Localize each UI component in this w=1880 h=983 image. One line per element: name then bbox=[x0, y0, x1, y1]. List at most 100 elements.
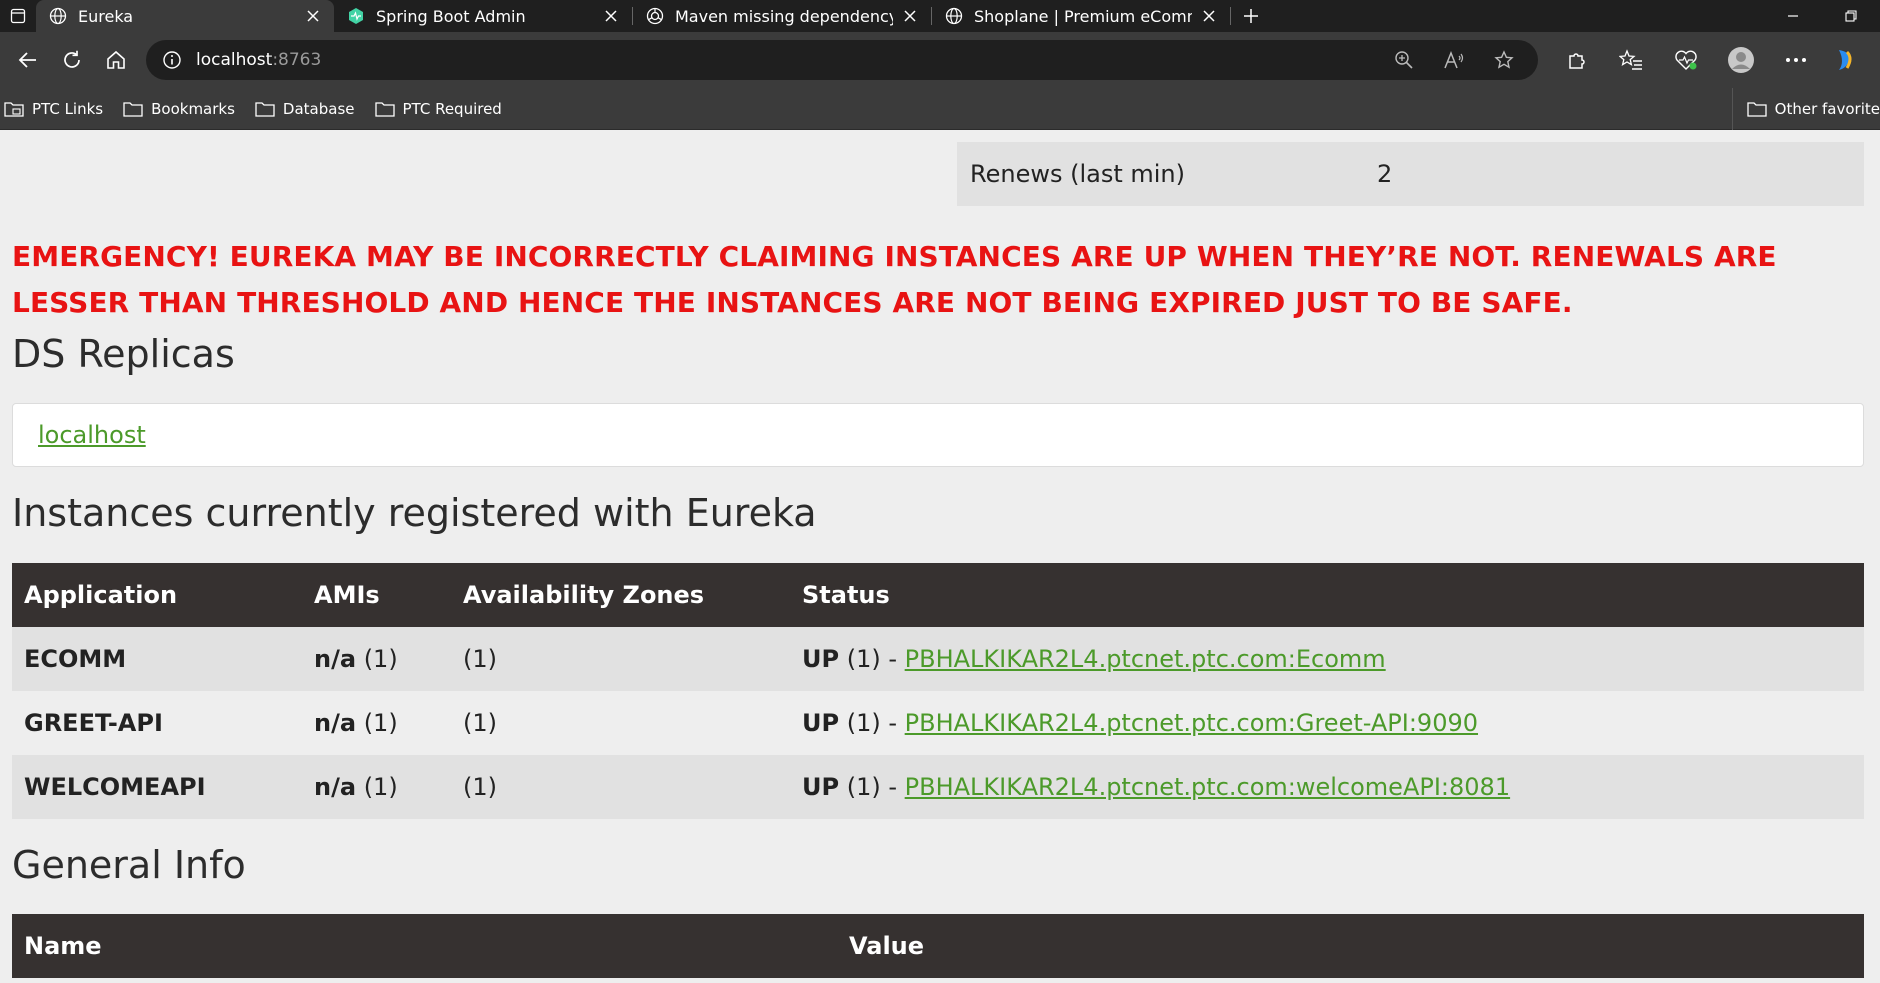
table-row: GREET-API n/a (1) (1) UP (1) - PBHALKIKA… bbox=[12, 691, 1864, 755]
status-cell: UP (1) - PBHALKIKAR2L4.ptcnet.ptc.com:we… bbox=[790, 755, 1864, 819]
general-info-heading: General Info bbox=[12, 843, 246, 887]
plus-icon bbox=[1244, 9, 1258, 23]
table-header-row: Application AMIs Availability Zones Stat… bbox=[12, 563, 1864, 627]
site-info-icon[interactable] bbox=[160, 48, 184, 72]
app-name: ECOMM bbox=[12, 627, 302, 691]
spring-boot-admin-icon bbox=[346, 6, 366, 26]
status-count: (1) - bbox=[846, 645, 898, 673]
zones-cell: (1) bbox=[451, 691, 790, 755]
favorite-star-icon[interactable] bbox=[1484, 44, 1524, 76]
avatar-icon bbox=[1727, 47, 1754, 73]
tab-title: Shoplane | Premium eCommerce bbox=[974, 6, 1192, 26]
status-cell: UP (1) - PBHALKIKAR2L4.ptcnet.ptc.com:Gr… bbox=[790, 691, 1864, 755]
favorites-list-icon bbox=[1618, 49, 1642, 70]
emergency-warning: EMERGENCY! EUREKA MAY BE INCORRECTLY CLA… bbox=[12, 240, 1777, 319]
back-button[interactable] bbox=[6, 38, 50, 82]
status-value: UP bbox=[802, 645, 840, 673]
home-icon bbox=[107, 50, 125, 69]
app-name: WELCOMEAPI bbox=[12, 755, 302, 819]
close-tab-button[interactable] bbox=[304, 7, 322, 25]
general-info-table: Name Value bbox=[12, 914, 1864, 978]
tab-title: Eureka bbox=[78, 6, 134, 26]
close-tab-button[interactable] bbox=[602, 7, 620, 25]
close-icon bbox=[904, 10, 916, 22]
minimize-icon bbox=[1788, 15, 1798, 17]
close-tab-button[interactable] bbox=[1200, 7, 1218, 25]
profile-button[interactable] bbox=[1713, 38, 1768, 82]
extensions-button[interactable] bbox=[1548, 38, 1603, 82]
bookmark-label: Bookmarks bbox=[151, 99, 235, 118]
bookmark-ptc-required[interactable]: PTC Required bbox=[374, 100, 502, 118]
ami-count: (1) bbox=[363, 773, 398, 801]
tab-actions-button[interactable] bbox=[0, 0, 36, 32]
folder-icon bbox=[123, 100, 143, 118]
instances-heading: Instances currently registered with Eure… bbox=[12, 491, 817, 535]
other-favorites[interactable]: Other favorite bbox=[1731, 88, 1880, 130]
more-dots-icon bbox=[1785, 58, 1806, 62]
table-row: ECOMM n/a (1) (1) UP (1) - PBHALKIKAR2L4… bbox=[12, 627, 1864, 691]
folder-icon bbox=[374, 100, 395, 118]
column-header: Name bbox=[12, 914, 837, 978]
toolbar-actions bbox=[1548, 38, 1853, 82]
read-aloud-icon[interactable] bbox=[1434, 44, 1474, 76]
ami-value: n/a bbox=[314, 709, 357, 737]
tab-title: Maven missing dependency versio bbox=[675, 6, 893, 26]
bookmark-label: Database bbox=[282, 99, 355, 118]
tab-actions-icon bbox=[10, 8, 26, 24]
zoom-icon[interactable] bbox=[1384, 44, 1424, 76]
home-button[interactable] bbox=[94, 38, 138, 82]
puzzle-icon bbox=[1568, 53, 1585, 69]
url-port: :8763 bbox=[272, 50, 322, 70]
restore-button[interactable] bbox=[1822, 0, 1880, 32]
status-cell: UP (1) - PBHALKIKAR2L4.ptcnet.ptc.com:Ec… bbox=[790, 627, 1864, 691]
settings-more-button[interactable] bbox=[1768, 38, 1823, 82]
folder-link-icon bbox=[4, 100, 24, 118]
instance-link[interactable]: PBHALKIKAR2L4.ptcnet.ptc.com:welcomeAPI:… bbox=[905, 773, 1510, 801]
app-name: GREET-API bbox=[12, 691, 302, 755]
status-value: UP bbox=[802, 773, 840, 801]
tab-maven[interactable]: Maven missing dependency versio bbox=[633, 0, 931, 32]
column-header: Application bbox=[12, 563, 302, 627]
status-count: (1) - bbox=[846, 773, 898, 801]
close-tab-button[interactable] bbox=[901, 7, 919, 25]
ds-replicas-list: localhost bbox=[12, 403, 1864, 467]
status-value: UP bbox=[802, 709, 840, 737]
replica-link[interactable]: localhost bbox=[38, 421, 146, 449]
ami-value: n/a bbox=[314, 645, 357, 673]
bookmark-bookmarks[interactable]: Bookmarks bbox=[123, 100, 235, 118]
column-header: Status bbox=[790, 563, 1864, 627]
tab-shoplane[interactable]: Shoplane | Premium eCommerce bbox=[932, 0, 1230, 32]
ami-cell: n/a (1) bbox=[302, 627, 451, 691]
column-header: Value bbox=[837, 914, 1864, 978]
window-controls bbox=[1764, 0, 1880, 32]
address-bar[interactable]: localhost:8763 bbox=[146, 40, 1538, 80]
tab-eureka[interactable]: Eureka bbox=[36, 0, 334, 32]
url-host: localhost bbox=[196, 50, 273, 70]
browser-essentials-button[interactable] bbox=[1658, 38, 1713, 82]
folder-icon bbox=[1747, 100, 1767, 118]
heart-pulse-icon bbox=[1674, 50, 1697, 70]
globe-icon bbox=[48, 6, 68, 26]
zones-cell: (1) bbox=[451, 627, 790, 691]
minimize-button[interactable] bbox=[1764, 0, 1822, 32]
copilot-button[interactable] bbox=[1823, 38, 1853, 82]
column-header: Availability Zones bbox=[451, 563, 790, 627]
tab-spring-boot-admin[interactable]: Spring Boot Admin bbox=[334, 0, 632, 32]
favorites-button[interactable] bbox=[1603, 38, 1658, 82]
instance-link[interactable]: PBHALKIKAR2L4.ptcnet.ptc.com:Greet-API:9… bbox=[905, 709, 1478, 737]
instance-link[interactable]: PBHALKIKAR2L4.ptcnet.ptc.com:Ecomm bbox=[905, 645, 1386, 673]
back-arrow-icon bbox=[18, 52, 36, 68]
new-tab-button[interactable] bbox=[1231, 0, 1271, 32]
bookmarks-bar: PTC Links Bookmarks Database PTC Require… bbox=[0, 88, 1880, 130]
ami-cell: n/a (1) bbox=[302, 691, 451, 755]
status-count: (1) - bbox=[846, 709, 898, 737]
close-icon bbox=[307, 10, 319, 22]
tab-title: Spring Boot Admin bbox=[376, 6, 526, 26]
bookmark-label: PTC Links bbox=[32, 99, 104, 118]
bookmark-ptc-links[interactable]: PTC Links bbox=[4, 100, 103, 118]
refresh-button[interactable] bbox=[50, 38, 94, 82]
folder-icon bbox=[255, 100, 275, 118]
refresh-icon bbox=[64, 50, 80, 68]
copilot-icon bbox=[1839, 50, 1852, 70]
bookmark-database[interactable]: Database bbox=[255, 100, 355, 118]
